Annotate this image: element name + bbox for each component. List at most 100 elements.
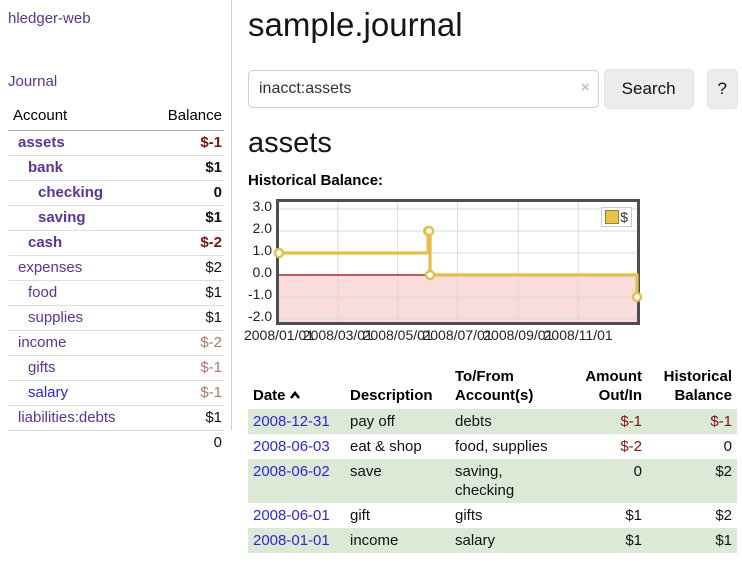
transaction-description: save: [345, 459, 450, 503]
account-row: income $-2: [8, 331, 224, 356]
accounts-total-row: 0: [8, 431, 224, 456]
account-link-assets[interactable]: assets: [18, 134, 65, 151]
y-axis-tick-label: 2.0: [248, 220, 272, 236]
account-row: food $1: [8, 281, 224, 306]
transaction-accounts: debts: [450, 409, 567, 434]
account-row: cash $-2: [8, 231, 224, 256]
transaction-description: eat & shop: [345, 434, 450, 459]
transaction-date-link[interactable]: 2008-12-31: [248, 409, 345, 434]
y-axis-tick-label: 1.0: [248, 242, 272, 258]
transaction-accounts: saving, checking: [450, 459, 567, 503]
account-row: assets $-1: [8, 131, 224, 156]
account-link-salary[interactable]: salary: [28, 384, 68, 401]
account-link-supplies[interactable]: supplies: [28, 309, 83, 326]
column-header-balance: Historical Balance: [647, 365, 737, 409]
register-row: 2008-12-31 pay off debts $-1 $-1: [248, 409, 737, 434]
balance-column-header: Balance: [116, 104, 224, 131]
register-row: 2008-01-01 income salary $1 $1: [248, 528, 737, 553]
transaction-balance: $2: [647, 459, 737, 503]
column-header-date[interactable]: Date: [248, 365, 345, 409]
account-link-checking[interactable]: checking: [38, 184, 103, 201]
register-row: 2008-06-01 gift gifts $1 $2: [248, 503, 737, 528]
transaction-balance: $1: [647, 528, 737, 553]
x-axis-tick-label: 2008/07/01: [422, 327, 492, 343]
transaction-balance: $2: [647, 503, 737, 528]
main-content: sample.journal × Search ? assets Histori…: [233, 0, 742, 553]
account-balance: $1: [116, 281, 224, 306]
account-link-bank[interactable]: bank: [28, 159, 63, 176]
transaction-description: pay off: [345, 409, 450, 434]
brand-link[interactable]: hledger-web: [8, 10, 231, 27]
account-row: checking 0: [8, 181, 224, 206]
legend-swatch-icon: [605, 210, 619, 224]
accounts-total: 0: [116, 431, 224, 456]
column-header-amount: Amount Out/In: [567, 365, 647, 409]
account-row: bank $1: [8, 156, 224, 181]
chart-plot-area: $: [276, 199, 640, 325]
sidebar-item-journal[interactable]: Journal: [8, 73, 231, 90]
transaction-amount: $-2: [567, 434, 647, 459]
account-row: liabilities:debts $1: [8, 406, 224, 431]
column-header-description: Description: [345, 365, 450, 409]
balance-chart: 3.02.01.00.0-1.0-2.0 $ 2008/01/012008/03…: [248, 199, 728, 345]
account-balance: $-2: [116, 331, 224, 356]
account-row: expenses $2: [8, 256, 224, 281]
y-axis-tick-label: -2.0: [248, 308, 272, 324]
sort-ascending-icon: [289, 390, 301, 400]
column-header-accounts: To/From Account(s): [450, 365, 567, 409]
transaction-accounts: salary: [450, 528, 567, 553]
transaction-accounts: food, supplies: [450, 434, 567, 459]
clear-search-icon[interactable]: ×: [581, 80, 590, 96]
account-link-liabilities-debts[interactable]: liabilities:debts: [18, 409, 116, 426]
account-balance: 0: [116, 181, 224, 206]
account-link-cash[interactable]: cash: [28, 234, 62, 251]
transaction-balance: $-1: [647, 409, 737, 434]
transaction-amount: $1: [567, 528, 647, 553]
y-axis-tick-label: 3.0: [248, 198, 272, 214]
chart-canvas: [279, 202, 637, 322]
y-axis-tick-label: -1.0: [248, 286, 272, 302]
chart-legend: $: [601, 207, 632, 227]
account-balance: $1: [116, 306, 224, 331]
register-row: 2008-06-03 eat & shop food, supplies $-2…: [248, 434, 737, 459]
sidebar: hledger-web Journal Account Balance asse…: [0, 0, 232, 430]
page-title: sample.journal: [248, 6, 738, 44]
account-column-header: Account: [8, 104, 116, 131]
transaction-amount: $1: [567, 503, 647, 528]
transaction-amount: 0: [567, 459, 647, 503]
legend-label: $: [620, 209, 628, 225]
transaction-date-link[interactable]: 2008-06-02: [248, 459, 345, 503]
accounts-table: Account Balance assets $-1 bank $1 check…: [8, 104, 224, 455]
account-link-income[interactable]: income: [18, 334, 66, 351]
search-input[interactable]: [248, 70, 599, 108]
y-axis-tick-label: 0.0: [248, 264, 272, 280]
account-balance: $-1: [116, 131, 224, 156]
accounts-table-header: Account Balance: [8, 104, 224, 131]
register-header-row: Date Description To/From Account(s) Amou…: [248, 365, 737, 409]
account-balance: $1: [116, 206, 224, 231]
transaction-balance: 0: [647, 434, 737, 459]
account-balance: $1: [116, 156, 224, 181]
transaction-description: income: [345, 528, 450, 553]
transaction-description: gift: [345, 503, 450, 528]
account-balance: $-1: [116, 356, 224, 381]
account-row: salary $-1: [8, 381, 224, 406]
account-link-food[interactable]: food: [28, 284, 57, 301]
transaction-date-link[interactable]: 2008-06-01: [248, 503, 345, 528]
account-balance: $1: [116, 406, 224, 431]
chart-title: Historical Balance:: [248, 172, 738, 189]
transaction-amount: $-1: [567, 409, 647, 434]
account-link-expenses[interactable]: expenses: [18, 259, 82, 276]
search-form: × Search ?: [248, 69, 738, 109]
transaction-date-link[interactable]: 2008-01-01: [248, 528, 345, 553]
search-button[interactable]: Search: [604, 69, 694, 109]
transaction-date-link[interactable]: 2008-06-03: [248, 434, 345, 459]
transaction-accounts: gifts: [450, 503, 567, 528]
register-row: 2008-06-02 save saving, checking 0 $2: [248, 459, 737, 503]
account-balance: $2: [116, 256, 224, 281]
help-button[interactable]: ?: [707, 69, 738, 109]
account-link-gifts[interactable]: gifts: [28, 359, 56, 376]
account-row: gifts $-1: [8, 356, 224, 381]
account-link-saving[interactable]: saving: [38, 209, 86, 226]
account-row: supplies $1: [8, 306, 224, 331]
